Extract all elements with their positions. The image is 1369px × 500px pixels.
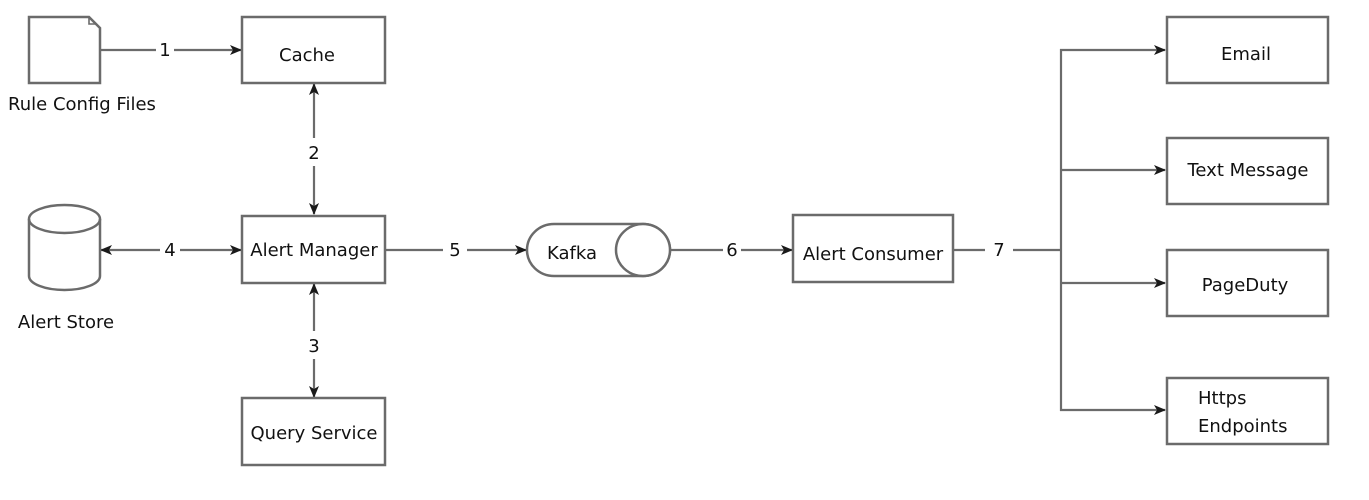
- node-cache[interactable]: Cache: [240, 15, 387, 85]
- alerting-architecture-diagram: 1 2 3 4 5 6 7 Rule Config Files Cache Al…: [8, 15, 1330, 467]
- node-https-endpoints[interactable]: Https Endpoints: [1165, 376, 1330, 446]
- rule-config-files-label: Rule Config Files: [8, 94, 156, 115]
- https-endpoints-label-line1: Https: [1198, 388, 1246, 409]
- edge-1: 1: [100, 38, 242, 62]
- alert-consumer-label: Alert Consumer: [803, 244, 944, 265]
- edge-6-label: 6: [726, 240, 737, 261]
- https-endpoints-label-line2: Endpoints: [1198, 416, 1288, 437]
- node-query-service[interactable]: Query Service: [240, 396, 387, 467]
- edge-5: 5: [386, 238, 527, 262]
- alert-manager-label: Alert Manager: [250, 240, 378, 261]
- document-icon: [27, 15, 102, 85]
- node-rule-config-files[interactable]: Rule Config Files: [8, 15, 156, 115]
- cache-label: Cache: [279, 45, 335, 66]
- database-cylinder-icon: [27, 203, 102, 292]
- edge-4: 4: [100, 238, 242, 262]
- edge-3: 3: [303, 283, 325, 398]
- edge-3-label: 3: [308, 336, 319, 357]
- node-alert-manager[interactable]: Alert Manager: [240, 214, 387, 285]
- edge-6: 6: [670, 238, 793, 262]
- edge-7-label: 7: [993, 240, 1004, 261]
- edge-4-label: 4: [164, 240, 175, 261]
- node-text-message[interactable]: Text Message: [1165, 136, 1330, 206]
- pageduty-label: PageDuty: [1202, 275, 1289, 296]
- query-service-label: Query Service: [251, 423, 378, 444]
- edge-7: 7: [954, 45, 1166, 415]
- edge-2: 2: [303, 83, 325, 215]
- node-email[interactable]: Email: [1165, 15, 1330, 85]
- email-label: Email: [1221, 44, 1271, 65]
- edge-5-label: 5: [449, 240, 460, 261]
- node-pageduty[interactable]: PageDuty: [1165, 248, 1330, 318]
- node-kafka[interactable]: Kafka: [525, 222, 672, 278]
- kafka-label: Kafka: [547, 243, 597, 264]
- alert-store-label: Alert Store: [18, 312, 114, 333]
- node-alert-consumer[interactable]: Alert Consumer: [791, 213, 955, 284]
- edge-2-label: 2: [308, 143, 319, 164]
- node-alert-store[interactable]: Alert Store: [18, 203, 114, 333]
- edge-1-label: 1: [159, 40, 170, 61]
- text-message-label: Text Message: [1186, 160, 1308, 181]
